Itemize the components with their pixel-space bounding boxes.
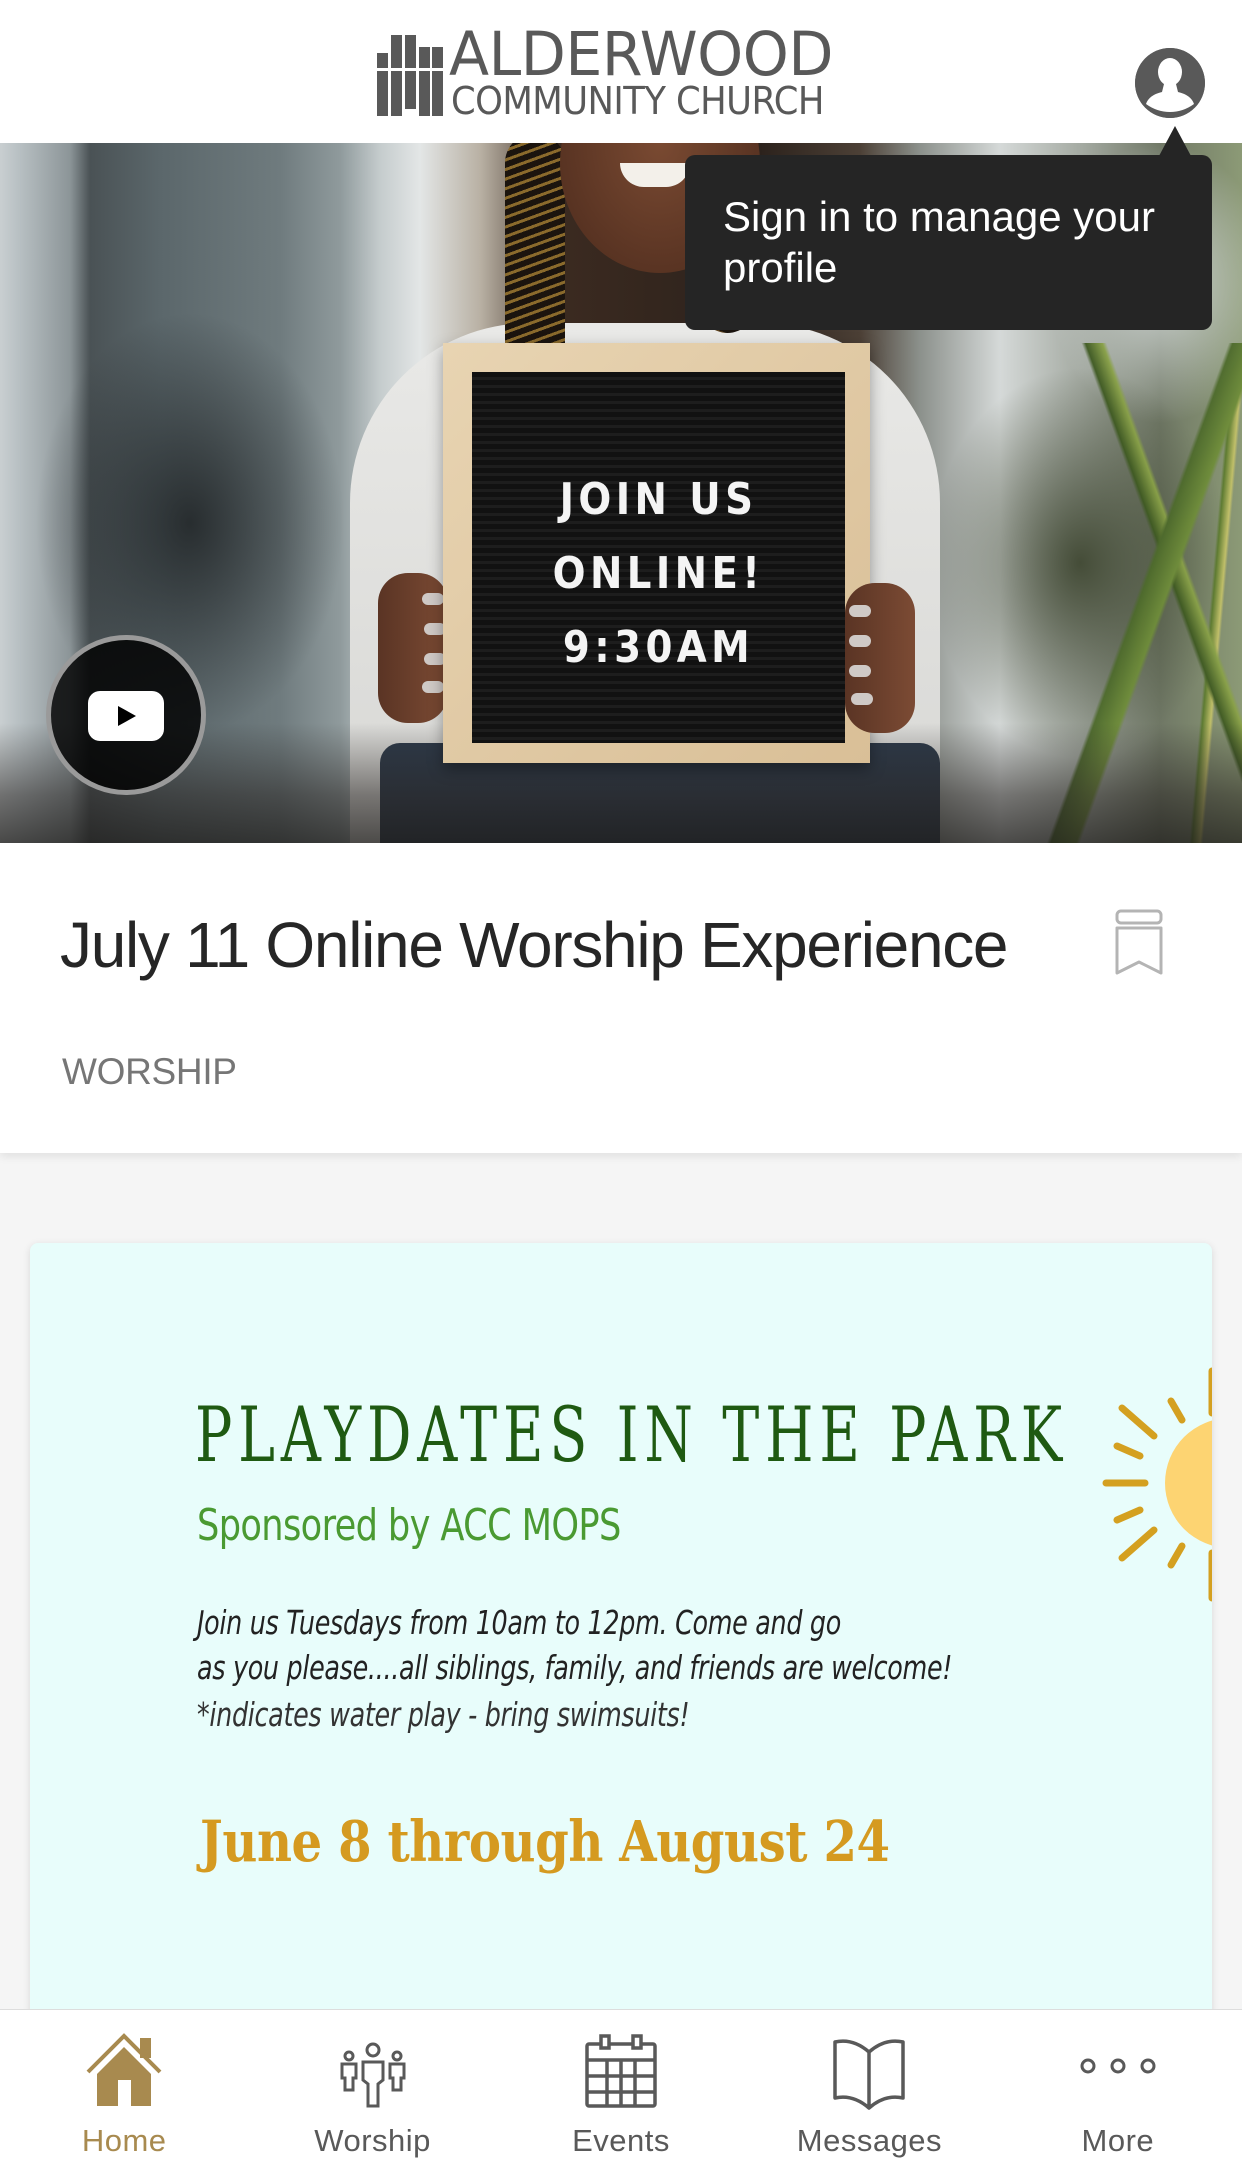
hero-hand-left [378,573,448,723]
featured-item-category: WORSHIP [62,1051,237,1092]
church-logo[interactable]: ALDERWOOD COMMUNITY CHURCH [377,24,847,123]
sign-in-tooltip[interactable]: Sign in to manage your profile [685,155,1212,330]
featured-item-title: July 11 Online Worship Experience [60,909,1009,981]
tab-more[interactable]: More [994,2010,1242,2159]
church-logo-icon [377,35,443,116]
tab-label: Home [81,2123,167,2158]
home-icon [86,2033,162,2106]
bookmark-icon [1115,909,1163,975]
letter-board-sign: JOIN US ONLINE! 9:30AM [443,343,870,763]
sign-text-line: ONLINE! [552,548,765,599]
people-icon [340,2042,406,2108]
tooltip-text: Sign in to manage your profile [723,193,1155,291]
promo-body-line: *indicates water play - bring swimsuits! [197,1695,690,1734]
tab-label: Worship [314,2123,431,2158]
tab-worship[interactable]: Worship [248,2010,496,2159]
more-icon [1080,2058,1156,2074]
sun-icon [1102,1367,1212,1602]
hero-hand-right [845,583,915,733]
youtube-play-button[interactable] [46,635,206,795]
hero-person-hair [505,143,565,373]
promo-dates: June 8 through August 24 [200,1809,890,1875]
sign-text-line: JOIN US [559,474,758,525]
tab-events[interactable]: Events [497,2010,745,2159]
promo-body-line: as you please....all siblings, family, a… [197,1648,953,1687]
promo-sponsor: Sponsored by ACC MOPS [197,1500,621,1551]
calendar-icon [585,2034,657,2108]
logo-church-name: ALDERWOOD [449,19,833,90]
tab-home[interactable]: Home [0,2010,248,2159]
letter-board: JOIN US ONLINE! 9:30AM [472,372,845,743]
app-header: ALDERWOOD COMMUNITY CHURCH [0,0,1242,143]
tab-label: More [1081,2123,1155,2158]
tab-messages[interactable]: Messages [745,2010,993,2159]
profile-button[interactable] [1135,48,1205,118]
play-triangle-icon [118,706,136,726]
youtube-play-icon [88,691,164,741]
promo-body-line: Join us Tuesdays from 10am to 12pm. Come… [197,1603,841,1642]
tab-label: Events [572,2123,670,2158]
book-icon [833,2039,906,2110]
user-avatar-icon [1135,48,1205,118]
bookmark-button[interactable] [1110,907,1168,977]
promo-title: PLAYDATES IN THE PARK [195,1390,1069,1479]
featured-item-card[interactable]: July 11 Online Worship Experience WORSHI… [0,843,1242,1153]
sign-text-line: 9:30AM [562,622,755,673]
logo-church-subtitle: COMMUNITY CHURCH [451,79,824,123]
tooltip-arrow [1159,126,1191,156]
bottom-tab-bar: Home Worship Events Messages More [0,2009,1242,2159]
promo-card-playdates[interactable]: PLAYDATES IN THE PARK Sponsored by ACC M… [30,1243,1212,2143]
tab-label: Messages [796,2123,943,2158]
